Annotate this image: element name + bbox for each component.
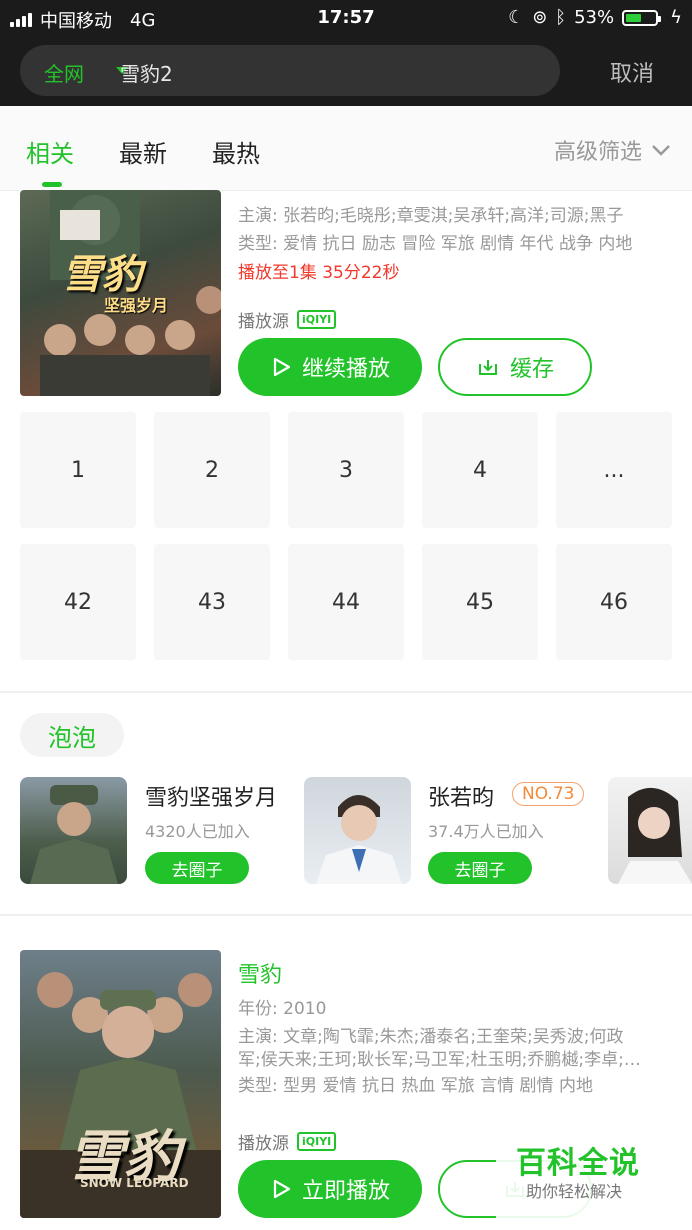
show-cast: 主演: 张若昀;毛晓彤;章雯淇;吴承轩;高洋;司源;黑子: [238, 206, 624, 226]
continue-play-button[interactable]: 继续播放: [238, 338, 422, 396]
search-bar: 全网 雪豹2 取消: [0, 36, 692, 106]
show-poster[interactable]: 雪豹 坚强岁月: [20, 190, 221, 396]
watch-progress: 播放至1集 35分22秒: [238, 263, 400, 283]
result-tabs: 相关 最新 最热 高级筛选: [0, 106, 692, 191]
show-year: 年份: 2010: [238, 999, 327, 1019]
episode-button[interactable]: 46: [556, 544, 672, 660]
iqiyi-icon[interactable]: iQIYI: [297, 310, 337, 329]
status-bar: 中国移动 4G 17:57 ☾ ⊚ ᛒ 53% ϟ: [0, 0, 692, 36]
cancel-button[interactable]: 取消: [610, 56, 654, 88]
cache-button[interactable]: 缓存: [438, 338, 592, 396]
bubble-artwork: [30, 785, 118, 884]
iqiyi-icon[interactable]: iQIYI: [297, 1132, 337, 1151]
bubble-title[interactable]: 张若昀: [428, 780, 494, 812]
show-title[interactable]: 雪豹: [238, 957, 282, 989]
episode-button[interactable]: 2: [154, 412, 270, 528]
episode-button[interactable]: 43: [154, 544, 270, 660]
bubble-thumbnail[interactable]: [20, 777, 127, 884]
show-genre: 类型: 型男 爱情 抗日 热血 军旅 言情 剧情 内地: [238, 1076, 593, 1096]
download-icon: [478, 360, 497, 375]
bubble-title[interactable]: 雪豹坚强岁月: [145, 780, 277, 812]
tab-related[interactable]: 相关: [26, 134, 74, 169]
watermark-subtitle: 助你轻松解决: [526, 1182, 623, 1201]
search-query[interactable]: 雪豹2: [120, 58, 173, 87]
play-source-label: 播放源: [238, 1134, 289, 1154]
show-cast-continued: 军;侯天来;王珂;耿长军;马卫军;杜玉明;乔鹏樾;李卓;…: [238, 1050, 641, 1070]
play-source: 播放源 iQIYI: [238, 1129, 337, 1154]
battery-icon: [622, 9, 662, 26]
bubble-artwork: [618, 787, 692, 884]
episode-button[interactable]: 4: [422, 412, 538, 528]
episode-button[interactable]: 3: [288, 412, 404, 528]
tab-newest[interactable]: 最新: [119, 134, 167, 169]
section-divider: [0, 691, 692, 693]
moon-icon: ☾: [508, 7, 525, 28]
section-divider: [0, 914, 692, 916]
episode-button[interactable]: 44: [288, 544, 404, 660]
rank-badge: NO.73: [512, 782, 585, 806]
rotation-lock-icon: ⊚: [532, 7, 548, 28]
continue-play-label: 继续播放: [301, 357, 390, 382]
poster-subtitle: 坚强岁月: [104, 296, 169, 315]
bubble-thumbnail[interactable]: [304, 777, 411, 884]
bubble-member-count: 4320人已加入: [145, 822, 250, 841]
poster-subtitle: SNOW LEOPARD: [80, 1176, 189, 1190]
search-scope-dropdown[interactable]: 全网: [44, 58, 84, 87]
advanced-filter-button[interactable]: 高级筛选: [554, 134, 672, 166]
bubble-member-count: 37.4万人已加入: [428, 822, 544, 841]
watermark-title: 百科全说: [516, 1146, 640, 1181]
join-circle-button[interactable]: 去圈子: [145, 852, 249, 884]
play-icon: [273, 357, 291, 377]
episode-button[interactable]: 1: [20, 412, 136, 528]
more-episodes-button[interactable]: ...: [556, 412, 672, 528]
play-now-label: 立即播放: [301, 1179, 390, 1204]
battery-percent: 53%: [574, 7, 615, 28]
episode-button[interactable]: 42: [20, 544, 136, 660]
bubble-thumbnail[interactable]: [608, 777, 692, 884]
search-input[interactable]: 全网 雪豹2: [20, 45, 560, 96]
play-source: 播放源 iQIYI: [238, 307, 337, 332]
join-circle-button[interactable]: 去圈子: [428, 852, 532, 884]
play-icon: [273, 1179, 291, 1199]
tab-hottest[interactable]: 最热: [212, 134, 260, 169]
bluetooth-icon: ᛒ: [555, 7, 567, 28]
tab-indicator: [42, 182, 62, 187]
play-now-button[interactable]: 立即播放: [238, 1160, 422, 1218]
bubble-artwork: [316, 795, 402, 884]
bubbles-section-title: 泡泡: [20, 713, 124, 757]
advanced-filter-label: 高级筛选: [553, 140, 642, 165]
show-cast: 主演: 文章;陶飞霏;朱杰;潘泰名;王奎荣;吴秀波;何政: [238, 1027, 624, 1047]
cache-label: 缓存: [509, 357, 554, 382]
episode-button[interactable]: 45: [422, 544, 538, 660]
show-poster[interactable]: 雪豹 SNOW LEOPARD: [20, 950, 221, 1218]
chevron-down-icon: [652, 145, 670, 156]
play-source-label: 播放源: [238, 312, 289, 332]
show-genre: 类型: 爱情 抗日 励志 冒险 军旅 剧情 年代 战争 内地: [238, 234, 633, 254]
watermark: 百科全说 助你轻松解决: [496, 1124, 672, 1224]
charging-icon: ϟ: [670, 7, 682, 28]
